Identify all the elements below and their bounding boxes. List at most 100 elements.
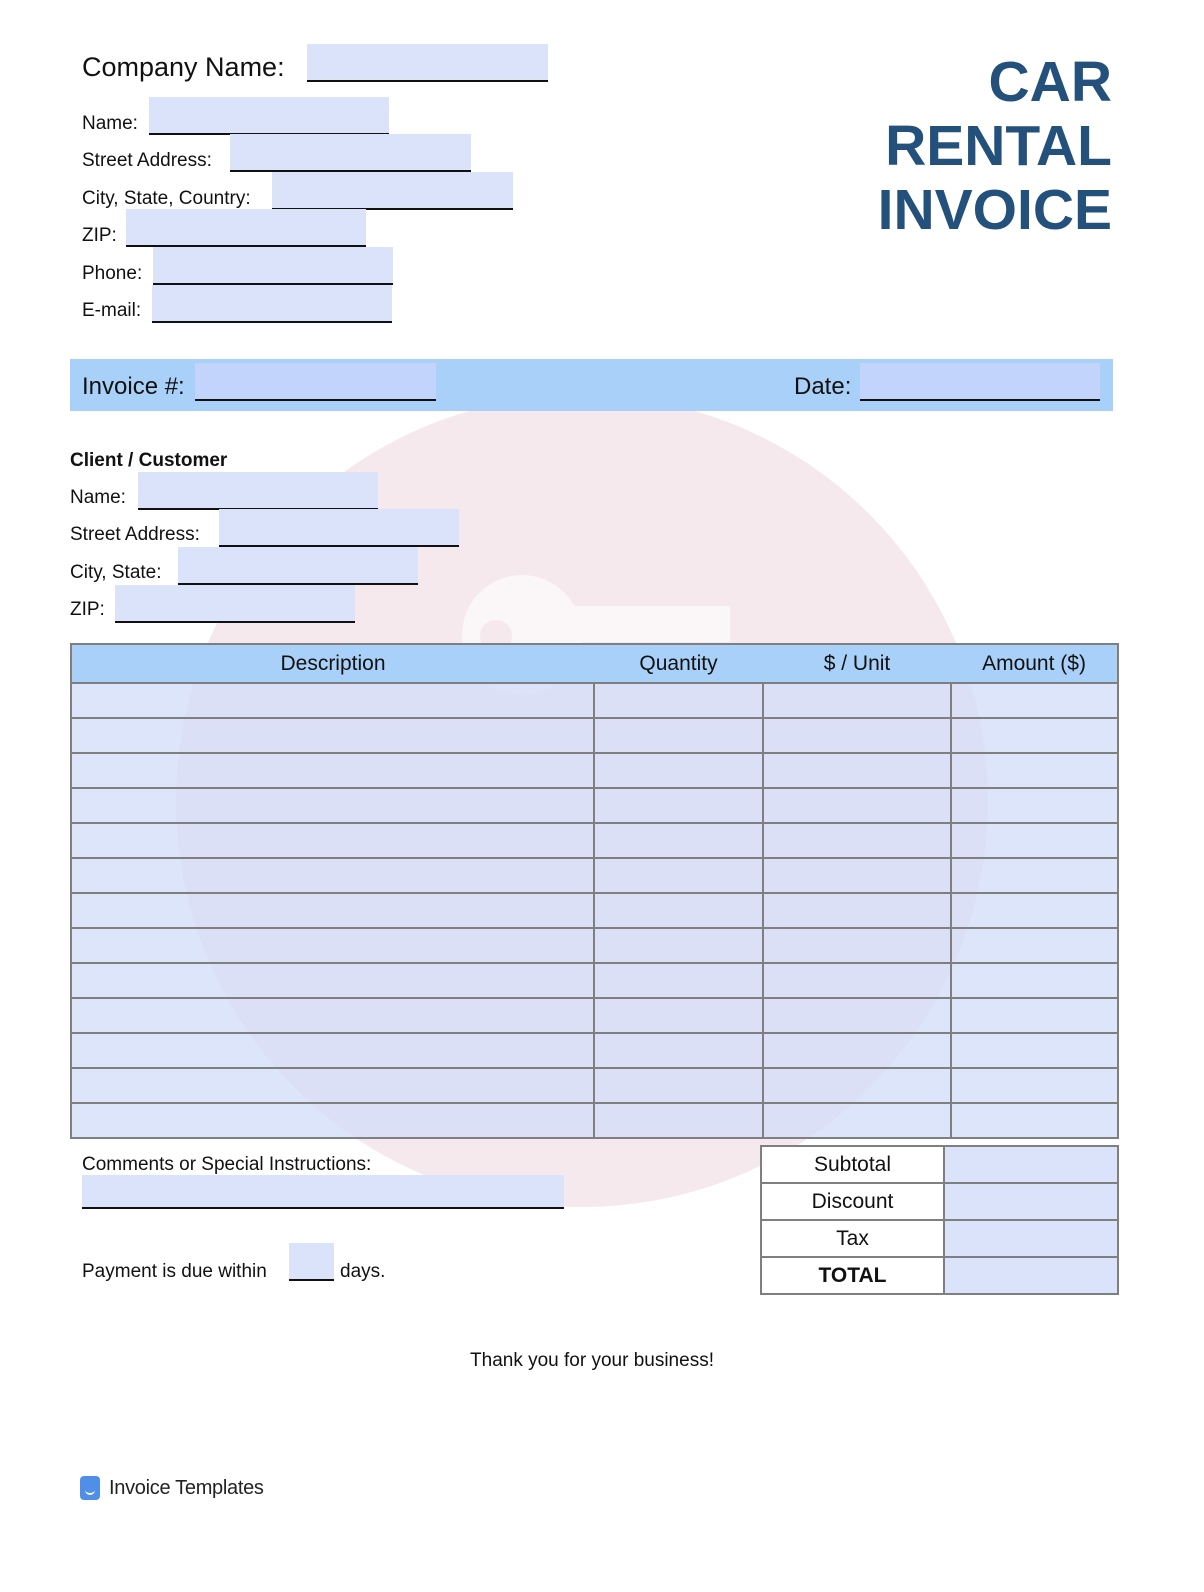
amount-cell[interactable]: [950, 1067, 1119, 1104]
subtotal-label: Subtotal: [760, 1145, 945, 1184]
document-title: CAR RENTAL INVOICE: [878, 50, 1112, 242]
subtotal-field[interactable]: [943, 1145, 1119, 1184]
comments-field[interactable]: [82, 1175, 564, 1209]
sender-zip-field[interactable]: [126, 209, 366, 247]
amount-cell[interactable]: [950, 682, 1119, 719]
unit-price-cell[interactable]: [762, 857, 952, 894]
sender-email-field[interactable]: [152, 285, 392, 323]
unit-price-cell[interactable]: [762, 752, 952, 789]
quantity-cell[interactable]: [593, 997, 764, 1034]
sender-street-field[interactable]: [230, 134, 471, 172]
sender-name-field[interactable]: [149, 97, 389, 135]
invoice-number-label: Invoice #:: [82, 373, 185, 400]
sender-phone-field[interactable]: [153, 247, 393, 285]
table-row: [70, 682, 1119, 719]
quantity-cell[interactable]: [593, 682, 764, 719]
quantity-cell[interactable]: [593, 787, 764, 824]
column-header-unit-price: $ / Unit: [763, 643, 951, 684]
quantity-cell[interactable]: [593, 822, 764, 859]
invoice-info-bar: Invoice #: Date:: [70, 359, 1113, 411]
description-cell[interactable]: [70, 1102, 595, 1139]
payment-due-suffix: days.: [340, 1261, 386, 1282]
column-header-amount: Amount ($): [951, 643, 1118, 684]
sender-name-label: Name:: [82, 113, 138, 134]
sender-zip-label: ZIP:: [82, 225, 117, 246]
sender-email-label: E-mail:: [82, 300, 142, 321]
total-row: TOTAL: [760, 1256, 1119, 1295]
description-cell[interactable]: [70, 682, 595, 719]
client-name-label: Name:: [70, 487, 126, 508]
quantity-cell[interactable]: [593, 717, 764, 754]
amount-cell[interactable]: [950, 997, 1119, 1034]
quantity-cell[interactable]: [593, 892, 764, 929]
description-cell[interactable]: [70, 962, 595, 999]
description-cell[interactable]: [70, 927, 595, 964]
quantity-cell[interactable]: [593, 927, 764, 964]
client-street-field[interactable]: [219, 509, 459, 547]
amount-cell[interactable]: [950, 717, 1119, 754]
quantity-cell[interactable]: [593, 1032, 764, 1069]
amount-cell[interactable]: [950, 927, 1119, 964]
amount-cell[interactable]: [950, 1102, 1119, 1139]
title-line-2: RENTAL: [885, 114, 1112, 178]
unit-price-cell[interactable]: [762, 997, 952, 1034]
discount-label: Discount: [760, 1182, 945, 1221]
line-items-table: Description Quantity $ / Unit Amount ($): [70, 643, 1119, 1139]
amount-cell[interactable]: [950, 962, 1119, 999]
unit-price-cell[interactable]: [762, 927, 952, 964]
amount-cell[interactable]: [950, 857, 1119, 894]
watermark-key-shaft: [540, 606, 730, 642]
description-cell[interactable]: [70, 822, 595, 859]
amount-cell[interactable]: [950, 892, 1119, 929]
table-row: [70, 752, 1119, 789]
quantity-cell[interactable]: [593, 752, 764, 789]
table-row: [70, 962, 1119, 999]
description-cell[interactable]: [70, 857, 595, 894]
unit-price-cell[interactable]: [762, 962, 952, 999]
quantity-cell[interactable]: [593, 1102, 764, 1139]
discount-field[interactable]: [943, 1182, 1119, 1221]
description-cell[interactable]: [70, 1067, 595, 1104]
client-city-label: City, State:: [70, 562, 162, 583]
unit-price-cell[interactable]: [762, 682, 952, 719]
unit-price-cell[interactable]: [762, 1032, 952, 1069]
column-header-quantity: Quantity: [594, 643, 763, 684]
quantity-cell[interactable]: [593, 857, 764, 894]
amount-cell[interactable]: [950, 822, 1119, 859]
sender-city-label: City, State, Country:: [82, 188, 251, 209]
unit-price-cell[interactable]: [762, 787, 952, 824]
client-city-field[interactable]: [178, 547, 418, 585]
client-zip-field[interactable]: [115, 585, 355, 623]
unit-price-cell[interactable]: [762, 1102, 952, 1139]
client-name-field[interactable]: [138, 472, 378, 510]
sender-city-field[interactable]: [272, 172, 513, 210]
unit-price-cell[interactable]: [762, 1067, 952, 1104]
amount-cell[interactable]: [950, 787, 1119, 824]
date-field[interactable]: [860, 363, 1100, 401]
description-cell[interactable]: [70, 717, 595, 754]
total-field[interactable]: [943, 1256, 1119, 1295]
payment-days-field[interactable]: [289, 1243, 334, 1281]
amount-cell[interactable]: [950, 752, 1119, 789]
client-street-label: Street Address:: [70, 524, 200, 545]
description-cell[interactable]: [70, 752, 595, 789]
description-cell[interactable]: [70, 1032, 595, 1069]
table-row: [70, 717, 1119, 754]
description-cell[interactable]: [70, 997, 595, 1034]
unit-price-cell[interactable]: [762, 822, 952, 859]
company-name-field[interactable]: [307, 44, 548, 82]
quantity-cell[interactable]: [593, 1067, 764, 1104]
invoice-number-field[interactable]: [195, 363, 436, 401]
quantity-cell[interactable]: [593, 962, 764, 999]
invoice-templates-logo-icon: [80, 1476, 100, 1500]
tax-field[interactable]: [943, 1219, 1119, 1258]
brand-name: Invoice Templates: [109, 1477, 264, 1499]
client-heading: Client / Customer: [70, 450, 228, 471]
description-cell[interactable]: [70, 787, 595, 824]
table-row: [70, 1102, 1119, 1139]
description-cell[interactable]: [70, 892, 595, 929]
amount-cell[interactable]: [950, 1032, 1119, 1069]
tax-label: Tax: [760, 1219, 945, 1258]
unit-price-cell[interactable]: [762, 717, 952, 754]
unit-price-cell[interactable]: [762, 892, 952, 929]
